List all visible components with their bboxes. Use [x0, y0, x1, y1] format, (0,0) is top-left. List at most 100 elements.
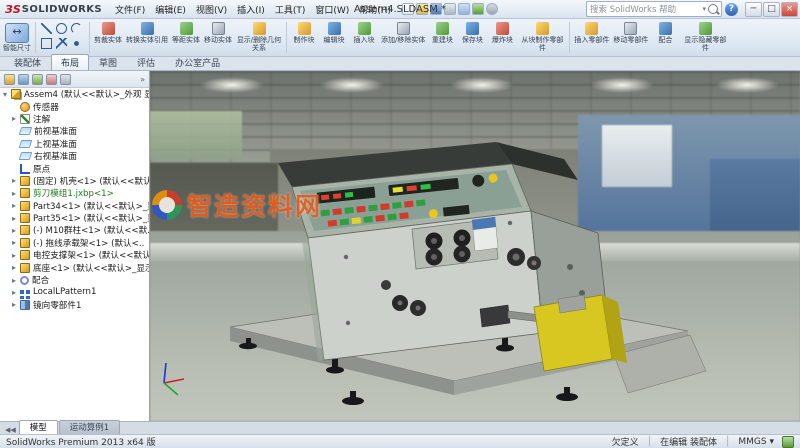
menu-window[interactable]: 窗口(W) [310, 1, 354, 18]
rebuild-icon[interactable] [472, 3, 484, 15]
study-tabs-bar: ◀◀ 模型 运动算例1 [0, 421, 800, 434]
tree-item-mates[interactable]: ▸ 配合 [0, 274, 149, 286]
insert-block-button[interactable]: 插入块 [349, 20, 379, 55]
maximize-button[interactable]: □ [763, 2, 780, 17]
new-file-icon[interactable] [402, 3, 414, 15]
expand-arrow-icon[interactable]: ▸ [12, 288, 20, 297]
tree-item-component[interactable]: ▸ Part35<1> (默认<<默认>_显示状.. [0, 212, 149, 224]
help-icon[interactable]: ? [725, 3, 738, 16]
tree-item-component[interactable]: ▸ 剪刀模组1.jxbp<1> [0, 187, 149, 199]
part-from-block-label: 从块制作零部件 [519, 36, 565, 52]
expand-arrow-icon[interactable]: ▸ [12, 263, 20, 272]
display-delete-relations-button[interactable]: 显示/删除几何关系 [234, 20, 284, 55]
minimize-button[interactable]: ─ [745, 2, 762, 17]
tree-item-front-plane[interactable]: 前视基准面 [0, 125, 149, 137]
chevron-down-icon[interactable]: ▾ [702, 5, 706, 13]
brand-name: SOLIDWORKS [22, 4, 102, 15]
units-selector[interactable]: MMGS ▾ [738, 437, 774, 447]
menu-insert[interactable]: 插入(I) [232, 1, 270, 18]
part-from-block-button[interactable]: 从块制作零部件 [517, 20, 567, 55]
configurationmanager-tab-icon[interactable] [32, 74, 43, 85]
expand-arrow-icon[interactable]: ▸ [12, 114, 20, 123]
tab-office-products[interactable]: 办公室产品 [165, 54, 230, 70]
tab-layout[interactable]: 布局 [51, 54, 89, 70]
tree-item-component[interactable]: ▸ (固定) 机壳<1> (默认<<默认>_显示.. [0, 175, 149, 187]
add-remove-entities-button[interactable]: 添加/移除实体 [379, 20, 427, 55]
move-entities-button[interactable]: 移动实体 [202, 20, 234, 55]
save-icon[interactable] [430, 3, 442, 15]
tree-item-mirror-component[interactable]: ▸ 镜向零部件1 [0, 299, 149, 311]
arc-icon[interactable] [71, 23, 82, 34]
tree-item-component[interactable]: ▸ (-) M10群柱<1> (默认<<默.. [0, 224, 149, 236]
expand-arrow-icon[interactable]: ▸ [12, 238, 20, 247]
dimxpert-tab-icon[interactable] [46, 74, 57, 85]
displaymanager-tab-icon[interactable] [60, 74, 71, 85]
help-search-input[interactable]: 搜索 SolidWorks 帮助 ▾ [586, 1, 722, 17]
trim-entities-button[interactable]: 剪裁实体 [92, 20, 124, 55]
line-icon[interactable] [41, 23, 52, 34]
rebuild-block-button[interactable]: 重建块 [427, 20, 457, 55]
featuremanager-tab-icon[interactable] [4, 74, 15, 85]
expand-arrow-icon[interactable]: ▸ [12, 201, 20, 210]
tree-flyout-arrow-icon[interactable]: » [140, 75, 145, 84]
menu-edit[interactable]: 编辑(E) [150, 1, 191, 18]
tab-assembly[interactable]: 装配体 [4, 54, 51, 70]
ribbon-separator [35, 22, 36, 53]
menu-help[interactable]: 帮助(H) [354, 1, 396, 18]
expand-arrow-icon[interactable]: ▸ [12, 251, 20, 260]
graphics-area[interactable]: 智造资料网 [150, 71, 800, 421]
point-icon[interactable] [71, 38, 82, 49]
tree-item-top-plane[interactable]: 上视基准面 [0, 138, 149, 150]
tab-evaluate[interactable]: 评估 [127, 54, 165, 70]
menu-file[interactable]: 文件(F) [110, 1, 150, 18]
tree-item-root[interactable]: ▾ Assem4 (默认<<默认>_外观 显示状.. [0, 88, 149, 100]
expand-arrow-icon[interactable]: ▸ [12, 226, 20, 235]
tree-item-local-pattern[interactable]: ▸ LocalLPattern1 [0, 286, 149, 298]
explode-block-button[interactable]: 爆炸块 [487, 20, 517, 55]
menu-tools[interactable]: 工具(T) [270, 1, 311, 18]
circle-icon[interactable] [56, 23, 67, 34]
tab-sketch[interactable]: 草图 [89, 54, 127, 70]
expand-arrow-icon[interactable]: ▸ [12, 300, 20, 309]
tree-item-origin[interactable]: 原点 [0, 162, 149, 174]
tree-panel-tabs: » [0, 71, 149, 88]
cad-model-wire-cutting-machine[interactable] [150, 71, 800, 421]
edit-block-button[interactable]: 编辑块 [319, 20, 349, 55]
tree-item-component[interactable]: ▸ (-) 拖线承载架<1> (默认<.. [0, 237, 149, 249]
tree-item-right-plane[interactable]: 右视基准面 [0, 150, 149, 162]
tab-model[interactable]: 模型 [19, 420, 58, 434]
spline-icon[interactable] [56, 38, 67, 49]
propertymanager-tab-icon[interactable] [18, 74, 29, 85]
move-component-button[interactable]: 移动零部件 [611, 20, 650, 55]
tab-scroll-left-icon[interactable]: ◀◀ [2, 426, 19, 434]
search-icon[interactable] [708, 4, 718, 14]
expand-arrow-icon[interactable]: ▸ [12, 276, 20, 285]
save-block-button[interactable]: 保存块 [457, 20, 487, 55]
expand-arrow-icon[interactable]: ▾ [3, 90, 11, 99]
tree-item-component[interactable]: ▸ 底座<1> (默认<<默认>_显示状.. [0, 261, 149, 273]
expand-arrow-icon[interactable]: ▸ [12, 189, 20, 198]
tree-item-component[interactable]: ▸ Part34<1> (默认<<默认>_显示.. [0, 200, 149, 212]
mate-button[interactable]: 配合 [650, 20, 680, 55]
expand-arrow-icon[interactable]: ▸ [12, 214, 20, 223]
make-block-label: 制作块 [294, 36, 315, 44]
tree-item-sensors[interactable]: 传感器 [0, 100, 149, 112]
tree-item-annotations[interactable]: ▸ 注解 [0, 113, 149, 125]
tree-item-component[interactable]: ▸ 电控支撑架<1> (默认<<默认>_显示.. [0, 249, 149, 261]
undo-icon[interactable] [458, 3, 470, 15]
expand-arrow-icon[interactable]: ▸ [12, 176, 20, 185]
options-gear-icon[interactable] [486, 3, 498, 15]
insert-component-button[interactable]: 插入零部件 [572, 20, 611, 55]
rectangle-icon[interactable] [41, 38, 52, 49]
close-button[interactable]: × [781, 2, 798, 17]
show-hidden-components-button[interactable]: 显示隐藏零部件 [680, 20, 730, 55]
convert-entities-button[interactable]: 转换实体引用 [124, 20, 170, 55]
open-icon[interactable] [416, 3, 428, 15]
print-icon[interactable] [444, 3, 456, 15]
menu-view[interactable]: 视图(V) [191, 1, 232, 18]
make-block-button[interactable]: 制作块 [289, 20, 319, 55]
edit-block-icon [328, 22, 341, 35]
tab-motion-study-1[interactable]: 运动算例1 [59, 420, 120, 434]
offset-entities-button[interactable]: 等距实体 [170, 20, 202, 55]
smart-dimension-button[interactable]: ↔ 智能尺寸 [1, 20, 33, 55]
